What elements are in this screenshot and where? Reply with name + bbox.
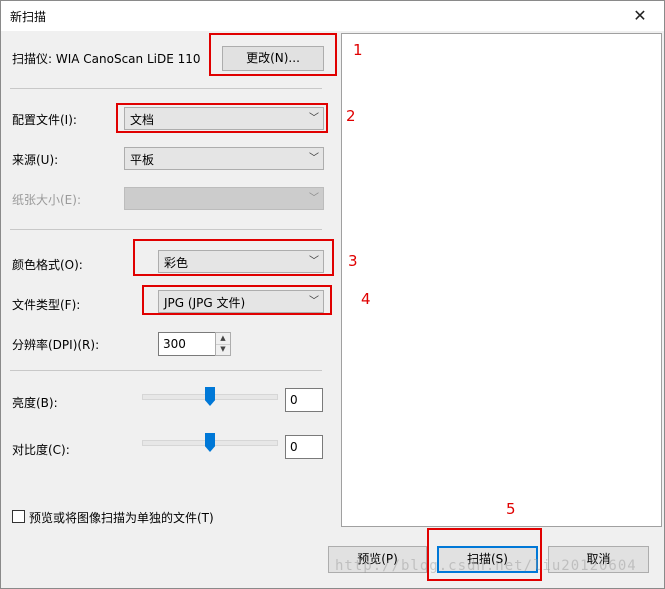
brightness-label: 亮度(B):	[12, 396, 58, 410]
annotation-label-2: 2	[346, 107, 356, 125]
annotation-box-5	[427, 528, 542, 581]
resolution-label: 分辨率(DPI)(R):	[12, 338, 100, 352]
window-title: 新扫描	[10, 10, 47, 24]
source-dropdown[interactable]: 平板 ﹀	[124, 147, 324, 170]
separate-files-label: 预览或将图像扫描为单独的文件(T)	[29, 511, 214, 525]
annotation-label-4: 4	[361, 290, 371, 308]
source-label: 来源(U):	[12, 153, 59, 167]
annotation-box-2	[116, 103, 328, 133]
title-bar: 新扫描 ✕	[1, 1, 664, 31]
scanner-label: 扫描仪: WIA CanoScan LiDE 110	[12, 52, 201, 66]
file-type-label: 文件类型(F):	[12, 298, 81, 312]
chevron-down-icon: ﹀	[309, 193, 319, 204]
annotation-label-3: 3	[348, 252, 358, 270]
separate-files-checkbox[interactable]	[12, 510, 25, 523]
close-icon[interactable]: ✕	[620, 2, 660, 30]
paper-size-dropdown: ﹀	[124, 187, 324, 210]
annotation-box-3	[133, 239, 334, 276]
profile-label: 配置文件(I):	[12, 113, 77, 127]
paper-size-label: 纸张大小(E):	[12, 193, 81, 207]
resolution-input[interactable]: 300	[158, 332, 216, 356]
contrast-label: 对比度(C):	[12, 443, 70, 457]
brightness-value: 0	[290, 393, 298, 407]
separator	[10, 88, 322, 89]
chevron-down-icon: ﹀	[309, 153, 319, 164]
annotation-label-5: 5	[506, 500, 516, 518]
color-format-label: 颜色格式(O):	[12, 258, 83, 272]
separator	[10, 370, 322, 371]
resolution-spinner[interactable]: ▲ ▼	[215, 332, 231, 356]
contrast-input[interactable]: 0	[285, 435, 323, 459]
resolution-value: 300	[163, 337, 186, 351]
annotation-label-1: 1	[353, 41, 363, 59]
annotation-box-1	[209, 33, 337, 76]
annotation-box-4	[142, 285, 332, 315]
source-value: 平板	[130, 153, 155, 167]
brightness-input[interactable]: 0	[285, 388, 323, 412]
preview-pane	[341, 33, 662, 527]
spin-down-icon[interactable]: ▼	[216, 344, 230, 355]
contrast-value: 0	[290, 440, 298, 454]
separator	[10, 229, 322, 230]
